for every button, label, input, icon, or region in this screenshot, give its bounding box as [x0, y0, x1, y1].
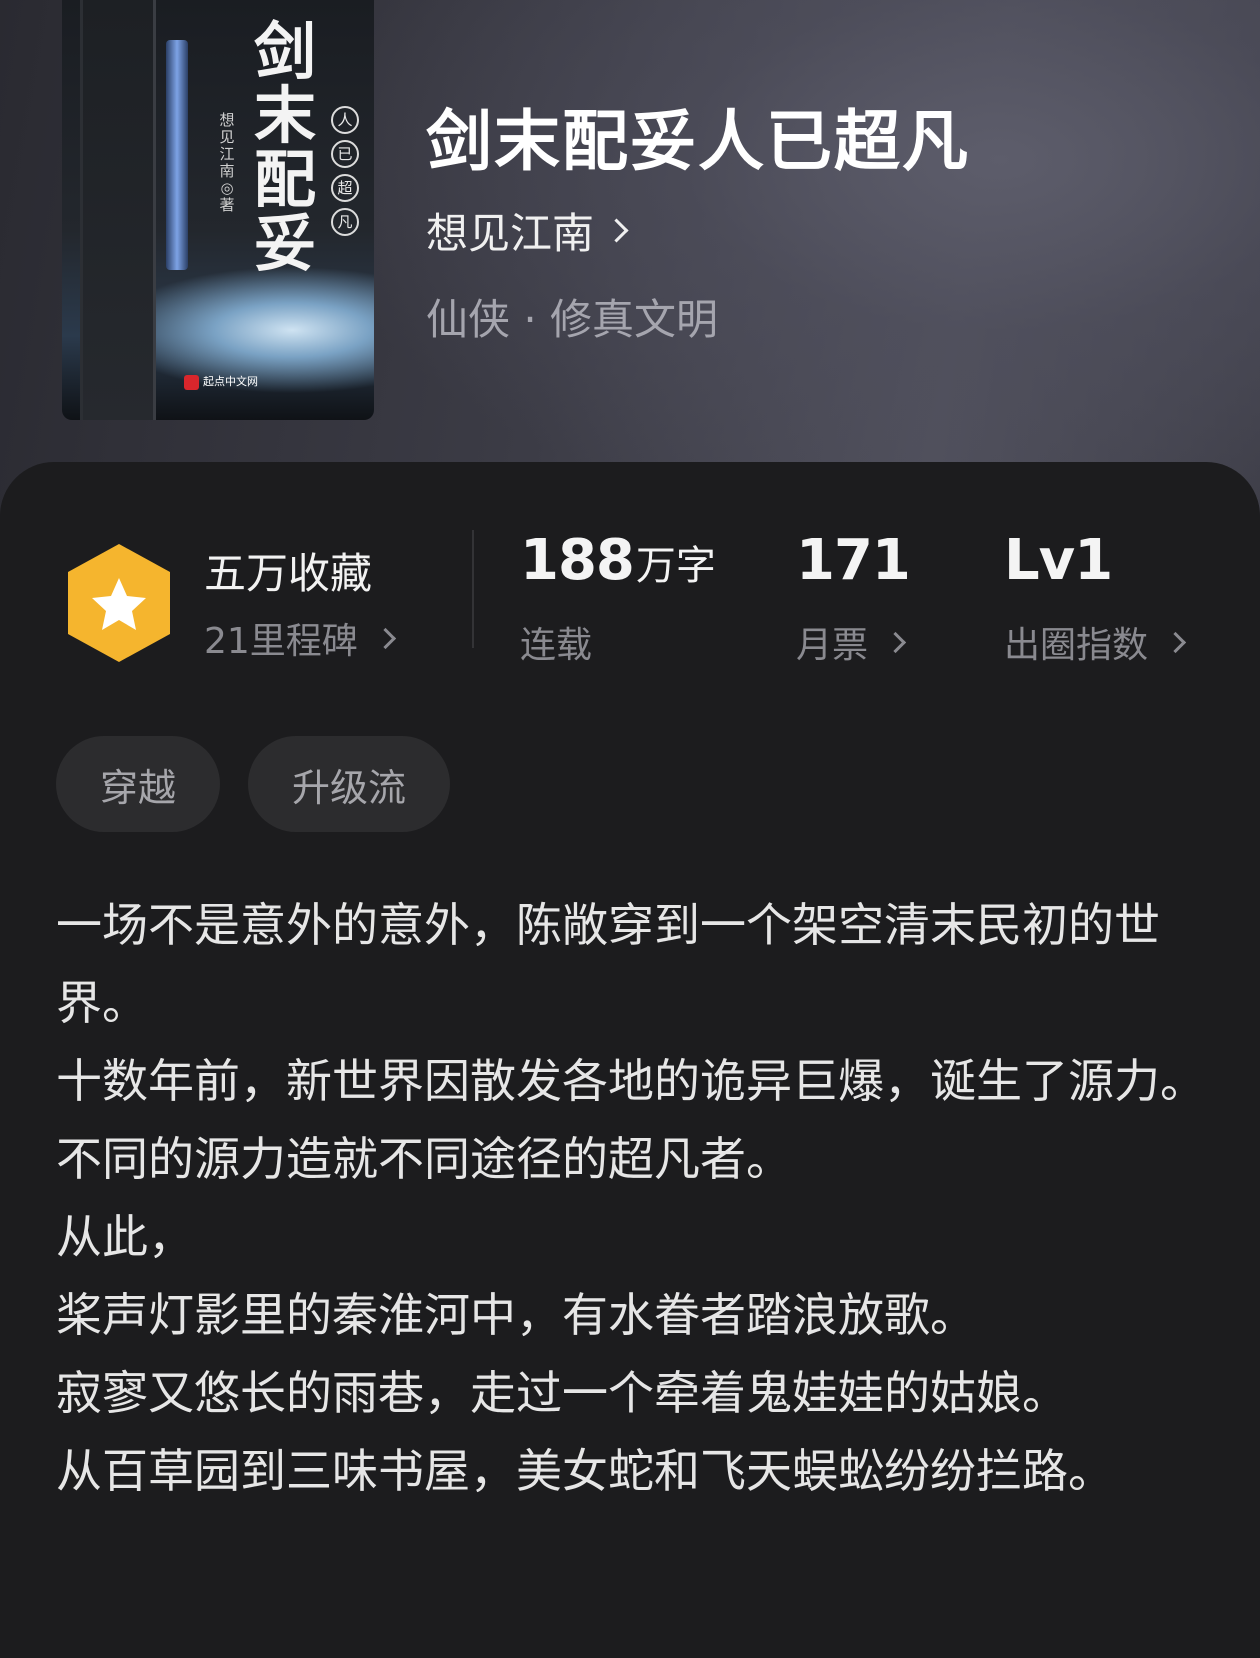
description-line: 一场不是意外的意外，陈敞穿到一个架空清末民初的世界。: [56, 898, 1160, 1030]
book-genre: 仙侠 · 修真文明: [426, 295, 719, 344]
tag-chip[interactable]: 穿越: [56, 736, 221, 832]
tag-list: 穿越 升级流: [56, 736, 451, 832]
stats-divider: [472, 530, 474, 648]
popularity-link[interactable]: 出圈指数: [1004, 616, 1187, 668]
chevron-right-icon: [374, 627, 396, 649]
monthly-ticket-count: 171: [796, 528, 911, 593]
cover-publisher: 起点中文网: [178, 372, 264, 391]
monthly-ticket-label: 月票: [796, 625, 869, 666]
milestone-link[interactable]: 21里程碑: [204, 612, 396, 664]
author-link[interactable]: 想见江南: [426, 200, 629, 261]
description-line: 从此，: [56, 1210, 194, 1264]
chevron-right-icon: [1164, 631, 1187, 653]
cover-title: 剑 末 配 妥: [253, 15, 316, 280]
word-count: 188万字: [520, 528, 716, 593]
popularity-level: Lv1: [1004, 528, 1113, 593]
book-description: 一场不是意外的意外，陈敞穿到一个架空清末民初的世界。 十数年前，新世界因散发各地…: [56, 886, 1216, 1510]
chevron-right-icon: [604, 218, 629, 243]
monthly-ticket-link[interactable]: 月票: [796, 616, 907, 668]
description-line: 从百草园到三味书屋，美女蛇和飞天蜈蚣纷纷拦路。: [56, 1444, 1114, 1498]
description-line: 十数年前，新世界因散发各地的诡异巨爆，诞生了源力。: [56, 1054, 1206, 1108]
tag-chip[interactable]: 升级流: [248, 736, 451, 832]
description-line: 不同的源力造就不同途径的超凡者。: [56, 1132, 792, 1186]
popularity-label: 出圈指数: [1004, 625, 1149, 666]
cover-author: 想见江南 ◎ 著: [219, 111, 235, 214]
book-cover[interactable]: 剑 末 配 妥 人 已 超 凡 想见江南 ◎ 著 起点中文网: [62, 0, 374, 420]
author-name: 想见江南: [426, 209, 595, 258]
description-line: 桨声灯影里的秦淮河中，有水眷者踏浪放歌。: [56, 1288, 976, 1342]
cover-art-pillar: [166, 40, 188, 270]
book-title: 剑末配妥人已超凡: [426, 102, 970, 180]
star-badge-icon[interactable]: [64, 542, 174, 664]
chevron-right-icon: [884, 631, 907, 653]
cover-subtitle: 人 已 超 凡: [330, 106, 360, 242]
cover-art-frame: [80, 0, 156, 420]
description-line: 寂寥又悠长的雨巷，走过一个牵着鬼娃娃的姑娘。: [56, 1366, 1068, 1420]
serial-status: 连载: [520, 625, 593, 666]
milestone-label: 21里程碑: [204, 621, 358, 662]
collect-label: 五万收藏: [204, 549, 373, 598]
